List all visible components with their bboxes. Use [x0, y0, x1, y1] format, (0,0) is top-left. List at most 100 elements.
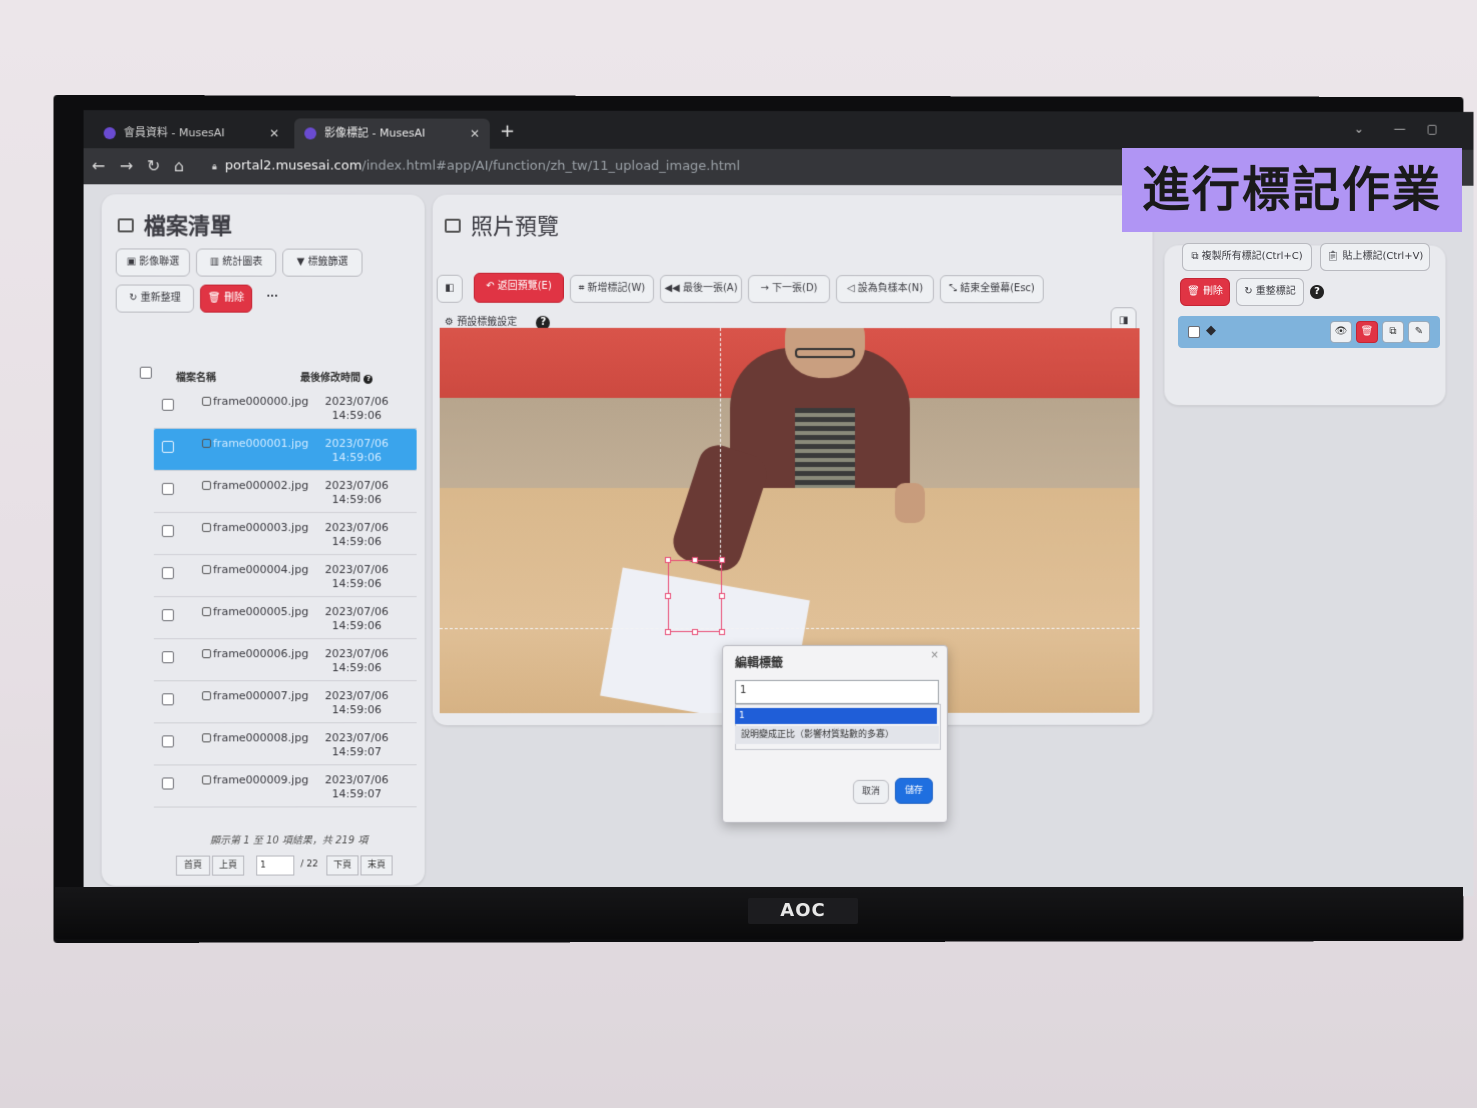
file-row[interactable]: frame000006.jpg 2023/07/06 14:59:06 — [153, 639, 417, 682]
delete-button[interactable]: 🗑︎ 刪除 — [200, 284, 253, 313]
row-checkbox[interactable] — [161, 693, 174, 706]
label-option-selected[interactable]: 1 — [734, 707, 937, 725]
trash-icon[interactable]: 🗑︎ — [1356, 321, 1378, 343]
file-row[interactable]: frame000000.jpg 2023/07/06 14:59:06 — [153, 386, 417, 429]
save-button[interactable]: 儲存 — [894, 777, 933, 804]
row-checkbox[interactable] — [161, 735, 174, 748]
collapse-left-icon[interactable]: ◧ — [436, 274, 463, 303]
url-field[interactable]: 🔒︎ portal2.musesai.com/index.html#app/AI/… — [212, 158, 740, 174]
back-icon[interactable]: ← — [92, 156, 105, 175]
next-page-button[interactable]: 下頁 — [326, 855, 359, 876]
page-number-input[interactable]: 1 — [256, 855, 295, 876]
row-checkbox[interactable] — [161, 651, 174, 664]
file-date: 2023/07/06 — [325, 436, 389, 450]
row-checkbox[interactable] — [161, 609, 174, 622]
copy-icon[interactable]: ⧉ — [1382, 321, 1404, 343]
close-icon[interactable]: × — [931, 650, 939, 661]
file-icon — [202, 523, 212, 533]
help-icon[interactable]: ? — [363, 374, 374, 384]
file-row[interactable]: frame000007.jpg 2023/07/06 14:59:06 — [153, 681, 417, 724]
last-page-button[interactable]: 末頁 — [360, 855, 393, 876]
file-modified-time: 2023/07/06 14:59:06 — [325, 605, 389, 633]
resize-handle[interactable] — [718, 629, 725, 636]
reload-icon[interactable]: ↻ — [147, 156, 160, 175]
file-name-text: frame000006.jpg — [213, 647, 309, 661]
gear-icon: ⚙ — [444, 316, 457, 328]
file-time: 14:59:07 — [332, 745, 382, 759]
file-row[interactable]: frame000004.jpg 2023/07/06 14:59:06 — [153, 555, 417, 598]
file-row[interactable]: frame000005.jpg 2023/07/06 14:59:06 — [153, 597, 417, 640]
set-negative-button[interactable]: ◁ 設為負樣本(N) — [835, 275, 934, 304]
file-row[interactable]: frame000001.jpg 2023/07/06 14:59:06 — [153, 428, 417, 471]
visibility-icon[interactable]: 👁︎ — [1330, 321, 1352, 343]
resize-handle[interactable] — [664, 629, 671, 636]
home-icon[interactable]: ⌂ — [174, 156, 184, 175]
select-all-checkbox[interactable] — [139, 366, 152, 379]
file-row[interactable]: frame000003.jpg 2023/07/06 14:59:06 — [153, 512, 417, 556]
resize-handle[interactable] — [691, 629, 698, 636]
new-tab-button[interactable]: + — [500, 121, 515, 142]
file-row[interactable]: frame000002.jpg 2023/07/06 14:59:06 — [153, 470, 417, 513]
copy-all-labels-button[interactable]: ⧉ 複製所有標記(Ctrl+C) — [1182, 243, 1312, 271]
label-row-checkbox[interactable] — [1188, 326, 1200, 338]
label-filter-button[interactable]: ▼ 標籤篩選 — [282, 248, 363, 277]
edit-icon[interactable]: ✎ — [1408, 321, 1430, 343]
photo-person-shirt — [794, 408, 855, 499]
label-option[interactable]: 說明變成正比（影響材質點數的多寡） — [734, 725, 939, 745]
file-row[interactable]: frame000008.jpg 2023/07/06 14:59:07 — [153, 723, 417, 766]
file-date: 2023/07/06 — [325, 773, 389, 787]
minimize-icon[interactable]: — — [1394, 122, 1406, 136]
label-input[interactable]: 1 — [734, 679, 939, 705]
exit-fullscreen-button[interactable]: ⤡ 結束全螢幕(Esc) — [939, 275, 1044, 304]
help-icon[interactable]: ? — [1310, 285, 1324, 299]
file-name: frame000000.jpg — [202, 395, 309, 408]
first-page-button[interactable]: 首頁 — [175, 855, 211, 876]
resize-handle[interactable] — [718, 593, 725, 600]
preview-title-text: 照片預覽 — [470, 214, 559, 240]
more-button[interactable]: ··· — [258, 285, 286, 313]
refresh-button[interactable]: ↻ 重新整理 — [115, 284, 194, 313]
row-checkbox[interactable] — [161, 482, 174, 495]
tab-member-data[interactable]: 會員資料 - MusesAI ✕ — [94, 118, 290, 148]
add-label-button[interactable]: ⌗ 新增標記(W) — [569, 274, 654, 303]
forward-icon[interactable]: → — [120, 156, 133, 175]
compress-icon: ⤡ — [948, 283, 961, 295]
file-modified-time: 2023/07/06 14:59:06 — [325, 479, 389, 507]
stats-chart-button[interactable]: ▥ 統計圖表 — [196, 248, 277, 277]
file-modified-time: 2023/07/06 14:59:06 — [325, 395, 389, 423]
back-to-preview-button[interactable]: ↶ 返回預覽(E) — [473, 272, 564, 303]
bounding-box[interactable] — [664, 557, 725, 636]
trash-icon: 🗑︎ — [1187, 286, 1203, 297]
resize-handle[interactable] — [718, 557, 725, 564]
delete-labels-button[interactable]: 🗑︎ 刪除 — [1180, 278, 1230, 306]
tab-image-labeling[interactable]: 影像標記 - MusesAI ✕ — [294, 118, 490, 149]
resize-handle[interactable] — [664, 593, 671, 600]
file-time: 14:59:06 — [332, 408, 382, 422]
dialog-title: 編輯標籤 — [734, 655, 784, 671]
image-icon — [444, 218, 461, 233]
file-icon — [202, 775, 212, 785]
file-date: 2023/07/06 — [325, 647, 389, 661]
row-checkbox[interactable] — [161, 398, 174, 411]
previous-image-button[interactable]: ◀◀ 最後一張(A) — [659, 274, 742, 303]
label-row[interactable]: ◆ 👁︎ 🗑︎ ⧉ ✎ — [1178, 316, 1440, 348]
paste-labels-button[interactable]: 📋︎ 貼上標記(Ctrl+V) — [1320, 243, 1430, 271]
row-checkbox[interactable] — [161, 440, 174, 453]
reorganize-labels-button[interactable]: ↻ 重整標記 — [1236, 278, 1304, 306]
image-select-button[interactable]: ▣ 影像聯選 — [115, 248, 190, 277]
next-image-button[interactable]: → 下一張(D) — [747, 274, 830, 304]
resize-handle[interactable] — [664, 557, 671, 564]
maximize-icon[interactable]: ▢ — [1427, 122, 1438, 136]
row-checkbox[interactable] — [161, 777, 174, 790]
tab-search-icon[interactable]: ⌄ — [1354, 122, 1364, 136]
file-row[interactable]: frame000009.jpg 2023/07/06 14:59:07 — [153, 765, 417, 808]
row-checkbox[interactable] — [161, 567, 174, 580]
copy-icon: ⧉ — [1191, 251, 1202, 262]
cancel-button[interactable]: 取消 — [852, 779, 889, 804]
resize-handle[interactable] — [691, 557, 698, 564]
close-tab-icon[interactable]: ✕ — [269, 118, 279, 148]
row-checkbox[interactable] — [161, 525, 174, 538]
file-date: 2023/07/06 — [325, 521, 389, 535]
prev-page-button[interactable]: 上頁 — [212, 855, 245, 876]
close-tab-icon[interactable]: ✕ — [470, 119, 480, 149]
